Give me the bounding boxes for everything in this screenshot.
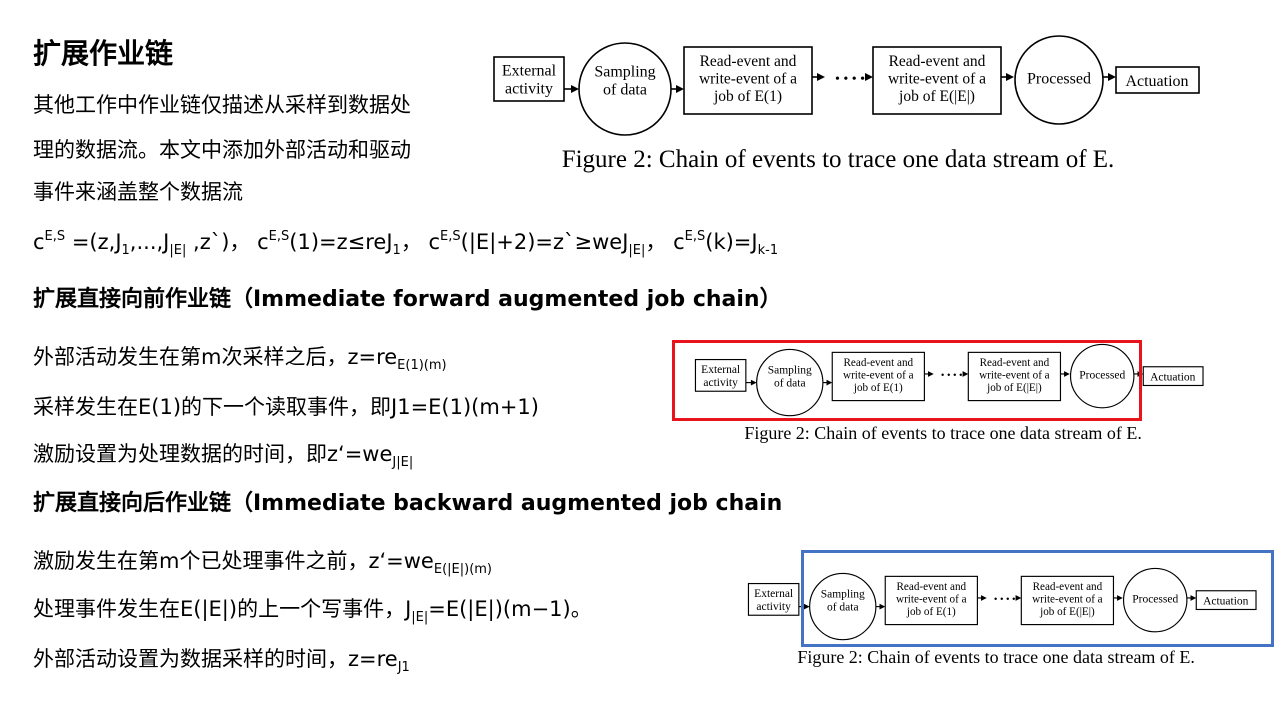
- figure-caption: Figure 2: Chain of events to trace one d…: [797, 647, 1195, 667]
- arrow-5-head: [1006, 73, 1014, 81]
- arrow-3-head: [817, 73, 825, 81]
- forward-highlight-box: [672, 340, 1142, 421]
- forward-line-1: 外部活动发生在第m次采样之后，z=reE(1)(m): [33, 345, 447, 373]
- external-activity-line-1: External: [502, 63, 557, 80]
- arrow-4-head: [865, 73, 873, 81]
- backward-heading: 扩展直接向后作业链（Immediate backward augmented j…: [33, 491, 783, 516]
- backward-line-2: 处理事件发生在E(|E|)的上一个写事件，J|E|=E(|E|)(m−1)。: [33, 597, 592, 625]
- slide: 扩展作业链 其他工作中作业链仅描述从采样到数据处 理的数据流。本文中添加外部活动…: [0, 0, 1282, 710]
- job-first-line-3: job of E(1): [713, 88, 782, 105]
- processed-line-1: Processed: [1027, 71, 1091, 88]
- figure-caption: Figure 2: Chain of events to trace one d…: [744, 423, 1142, 443]
- arrow-2-head: [676, 85, 684, 93]
- job-last-line-1: Read-event and: [889, 53, 986, 70]
- arrow-1-head: [571, 85, 579, 93]
- intro-line-3: 事件来涵盖整个数据流: [33, 180, 243, 204]
- backward-line-3: 外部活动设置为数据采样的时间，z=reJ1: [33, 647, 410, 675]
- external-activity-line-2: activity: [505, 81, 553, 98]
- intro-line-1: 其他工作中作业链仅描述从采样到数据处: [33, 93, 411, 117]
- chain-figure-top: External activity Sampling of data Read-even…: [492, 34, 1202, 179]
- figure-caption: Figure 2: Chain of events to trace one d…: [562, 146, 1115, 173]
- sampling-line-2: of data: [603, 82, 647, 99]
- sampling-line-1: Sampling: [594, 64, 655, 81]
- backward-line-1: 激励发生在第m个已处理事件之前，z‘=weE(|E|)(m): [33, 549, 492, 577]
- chain-formula: cE,S =(z,J1,...,J|E| ,z`)， cE,S(1)=z≤reJ…: [33, 229, 779, 258]
- forward-heading: 扩展直接向前作业链（Immediate forward augmented jo…: [33, 287, 782, 312]
- slide-title: 扩展作业链: [33, 37, 174, 70]
- job-last-line-2: write-event of a: [888, 70, 986, 87]
- forward-line-3: 激励设置为处理数据的时间，即z‘=weJ|E|: [33, 442, 414, 470]
- ellipsis-dots: • • • •: [835, 72, 865, 87]
- external-activity-line-2: activity: [756, 601, 791, 613]
- actuation-label: Actuation: [1150, 371, 1196, 383]
- job-first-line-2: write-event of a: [699, 70, 797, 87]
- job-last-line-3: job of E(|E|): [898, 88, 975, 105]
- job-first-line-1: Read-event and: [700, 53, 797, 70]
- forward-line-2: 采样发生在E(1)的下一个读取事件，即J1=E(1)(m+1): [33, 395, 539, 419]
- intro-line-2: 理的数据流。本文中添加外部活动和驱动: [33, 138, 411, 162]
- actuation-label: Actuation: [1125, 73, 1188, 90]
- arrow-6-head: [1108, 73, 1116, 81]
- backward-highlight-box: [801, 550, 1274, 647]
- external-activity-line-1: External: [754, 588, 793, 600]
